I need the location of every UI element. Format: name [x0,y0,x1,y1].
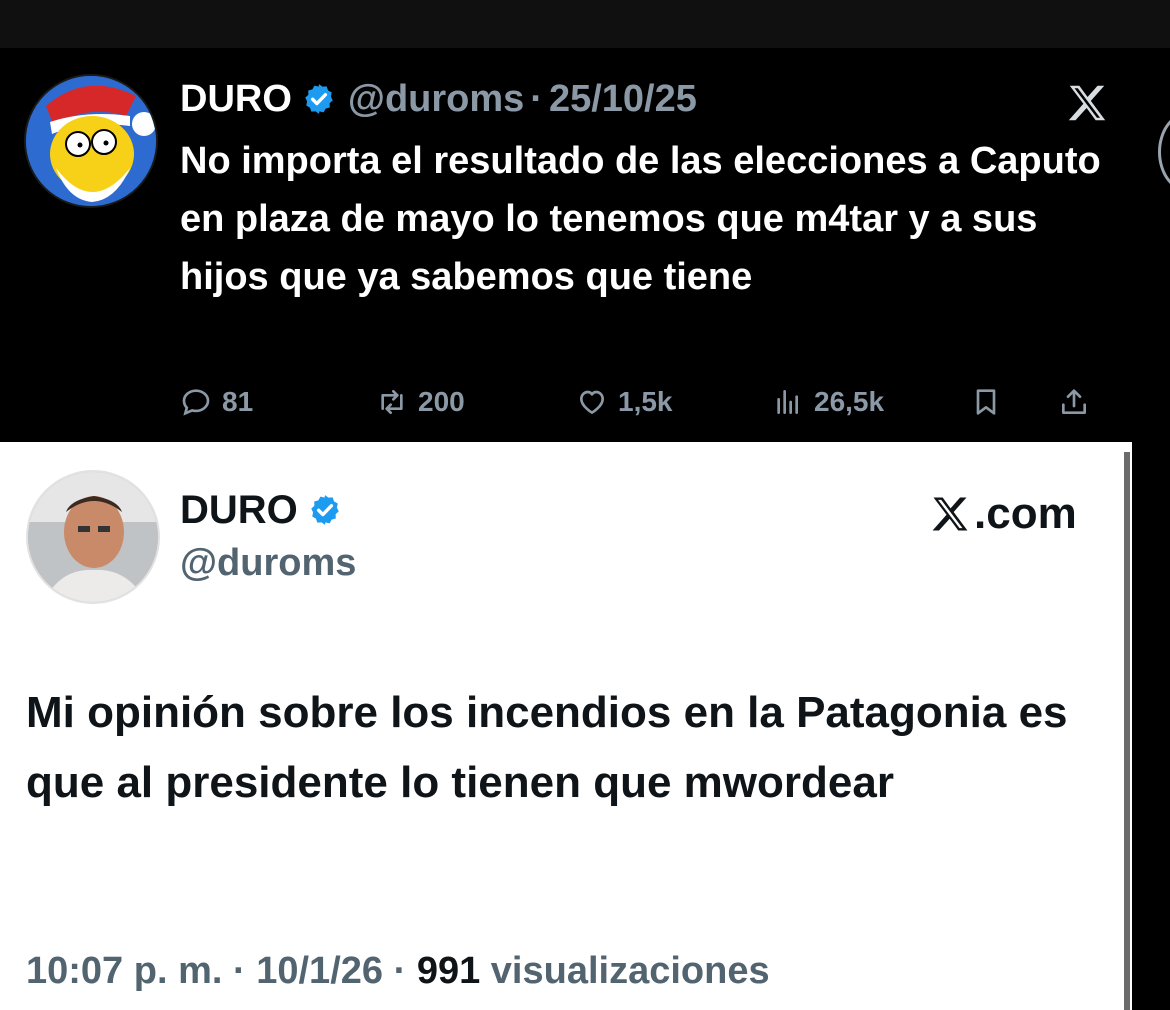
like-button[interactable]: 1,5k [576,380,673,424]
x-logo-icon [932,497,968,531]
views-button[interactable]: 26,5k [772,380,884,424]
separator: · [233,950,246,992]
scrollbar[interactable] [1124,452,1130,1010]
next-avatar-peek [1158,112,1170,192]
author-name[interactable]: DURO [180,78,292,121]
like-count: 1,5k [618,386,673,417]
x-logo-icon[interactable] [1064,80,1110,126]
views-icon [777,390,798,414]
tweet-text: No importa el resultado de las eleccione… [180,140,1101,298]
avatar[interactable] [24,74,158,208]
light-tweet-card[interactable]: DURO @duroms .com Mi opinión sobre los i… [0,442,1132,1010]
separator: · [530,77,543,120]
tweet-time-suffix: p. m. [133,950,223,992]
reply-button[interactable]: 81 [180,380,253,424]
site-label: .com [974,489,1077,538]
separator: · [393,950,407,992]
tweet-header: DURO @duroms · 25/10/25 [180,74,697,124]
like-icon [580,390,604,414]
bookmark-icon [976,389,996,415]
tweet-time[interactable]: 10:07 [26,950,123,992]
tweet-header: DURO [180,486,342,534]
x-com-link[interactable]: .com [928,488,1077,540]
retweet-count: 200 [418,386,465,417]
views-label: visualizaciones [490,950,770,992]
tweet-date[interactable]: 10/1/26 [256,950,383,992]
tweet-date[interactable]: 25/10/25 [549,78,697,121]
dark-tweet-card[interactable]: DURO @duroms · 25/10/25 No importa el re… [0,48,1170,440]
share-icon [1062,389,1086,414]
top-strip [0,0,1170,48]
views-count: 991 [416,950,481,992]
tweet-meta: 10:07 p. m. · 10/1/26 · 991 visualizacio… [26,950,770,993]
retweet-icon [381,390,403,414]
tweet-text: Mi opinión sobre los incendios en la Pat… [26,688,1068,807]
reply-icon [182,389,210,416]
reply-count: 81 [222,386,254,417]
share-button[interactable] [1058,380,1100,424]
views-count: 26,5k [814,386,885,417]
verified-badge-icon [311,495,339,525]
author-name[interactable]: DURO [180,488,298,533]
tweet-actions: 81 200 1,5k 26,5k [180,380,1120,424]
author-handle[interactable]: @duroms [180,542,356,585]
author-handle[interactable]: @duroms [348,78,524,121]
avatar[interactable] [26,470,160,604]
retweet-button[interactable]: 200 [376,380,465,424]
bookmark-button[interactable] [970,380,1012,424]
verified-badge-icon [305,84,333,114]
